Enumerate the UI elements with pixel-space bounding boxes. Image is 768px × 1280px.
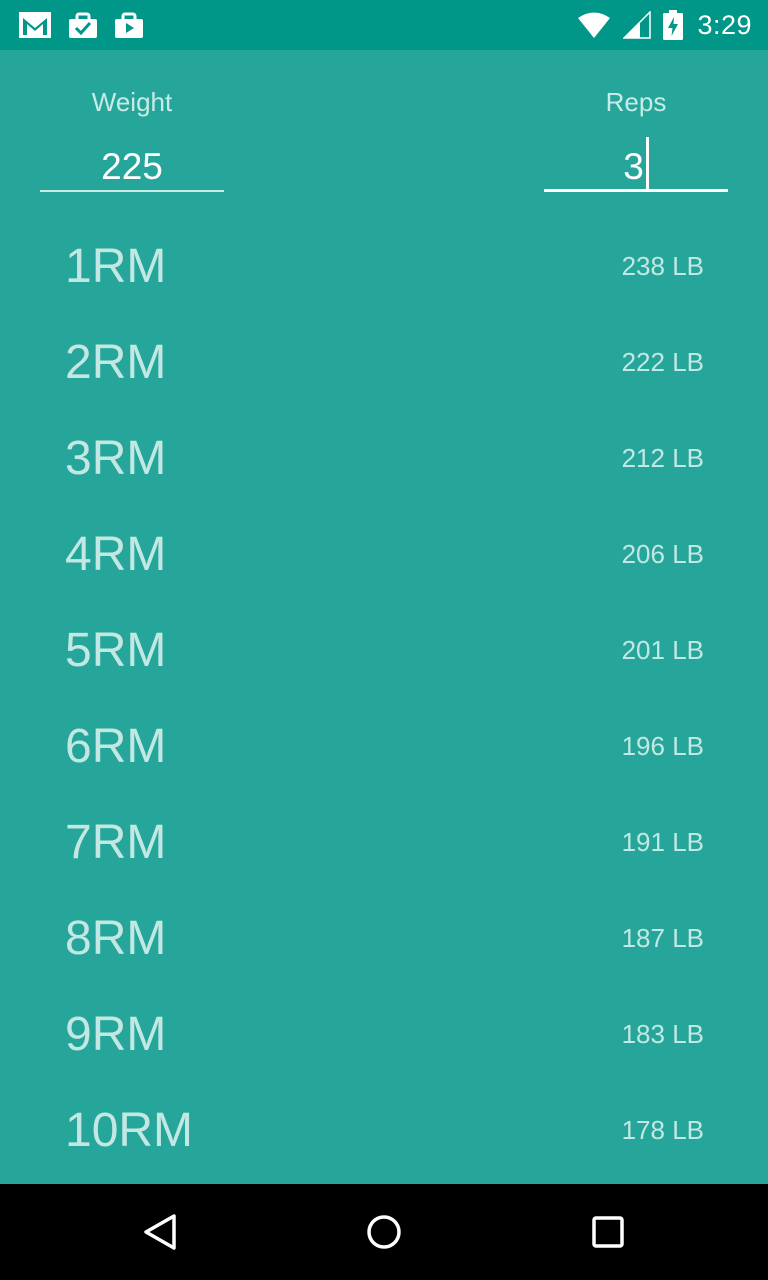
signal-icon bbox=[623, 11, 652, 39]
navigation-bar bbox=[0, 1184, 768, 1280]
rep-max-label: 2RM bbox=[65, 335, 167, 389]
rep-max-row: 4RM 206 LB bbox=[0, 506, 768, 602]
rep-max-label: 4RM bbox=[65, 527, 167, 581]
rep-max-value: 183 LB bbox=[621, 1018, 704, 1049]
rep-max-label: 5RM bbox=[65, 623, 167, 677]
gmail-icon bbox=[19, 12, 51, 38]
rep-max-value: 238 LB bbox=[621, 250, 704, 281]
recents-icon[interactable] bbox=[584, 1208, 632, 1256]
rep-max-value: 212 LB bbox=[621, 442, 704, 473]
rep-max-row: 1RM 238 LB bbox=[0, 218, 768, 314]
app-screen: 3:29 Weight 225 Reps 3 1RM 238 LB 2RM 22… bbox=[0, 0, 768, 1280]
rep-max-label: 8RM bbox=[65, 911, 167, 965]
status-bar: 3:29 bbox=[0, 0, 768, 50]
rep-max-value: 201 LB bbox=[621, 634, 704, 665]
reps-input[interactable]: 3 bbox=[544, 137, 728, 192]
weight-label: Weight bbox=[91, 87, 173, 117]
rep-max-label: 6RM bbox=[65, 719, 167, 773]
rep-max-value: 222 LB bbox=[621, 346, 704, 377]
status-clock: 3:29 bbox=[697, 9, 752, 40]
rep-max-row: 2RM 222 LB bbox=[0, 314, 768, 410]
reps-input-value: 3 bbox=[623, 146, 644, 187]
home-icon[interactable] bbox=[360, 1208, 408, 1256]
reps-label: Reps bbox=[605, 87, 667, 117]
rep-max-row: 7RM 191 LB bbox=[0, 794, 768, 890]
reps-input-group: Reps 3 bbox=[544, 80, 728, 192]
rep-max-label: 1RM bbox=[65, 239, 167, 293]
rep-max-label: 3RM bbox=[65, 431, 167, 485]
rep-max-row: 5RM 201 LB bbox=[0, 602, 768, 698]
rep-max-label: 9RM bbox=[65, 1007, 167, 1061]
back-icon[interactable] bbox=[136, 1208, 184, 1256]
rep-max-row: 10RM 178 LB bbox=[0, 1082, 768, 1178]
tasks-icon bbox=[69, 12, 97, 38]
rep-max-label: 10RM bbox=[65, 1103, 194, 1157]
system-status-icons: 3:29 bbox=[565, 10, 752, 41]
rep-max-label: 7RM bbox=[65, 815, 167, 869]
rep-max-row: 9RM 183 LB bbox=[0, 986, 768, 1082]
rep-max-value: 196 LB bbox=[621, 730, 704, 761]
rep-max-value: 191 LB bbox=[621, 826, 704, 857]
rep-max-row: 8RM 187 LB bbox=[0, 890, 768, 986]
rep-max-value: 187 LB bbox=[621, 922, 704, 953]
notification-icons bbox=[18, 11, 160, 39]
rep-max-list: 1RM 238 LB 2RM 222 LB 3RM 212 LB 4RM 206… bbox=[0, 218, 768, 1178]
rep-max-row: 6RM 196 LB bbox=[0, 698, 768, 794]
wifi-icon bbox=[578, 12, 611, 38]
battery-charging-icon bbox=[663, 10, 684, 40]
weight-input-value: 225 bbox=[101, 146, 163, 187]
rep-max-value: 178 LB bbox=[621, 1114, 704, 1145]
rep-max-value: 206 LB bbox=[621, 538, 704, 569]
weight-input-group: Weight 225 bbox=[40, 80, 224, 192]
store-icon bbox=[115, 12, 143, 38]
weight-input[interactable]: 225 bbox=[40, 142, 224, 192]
text-cursor bbox=[645, 137, 649, 190]
rep-max-row: 3RM 212 LB bbox=[0, 410, 768, 506]
